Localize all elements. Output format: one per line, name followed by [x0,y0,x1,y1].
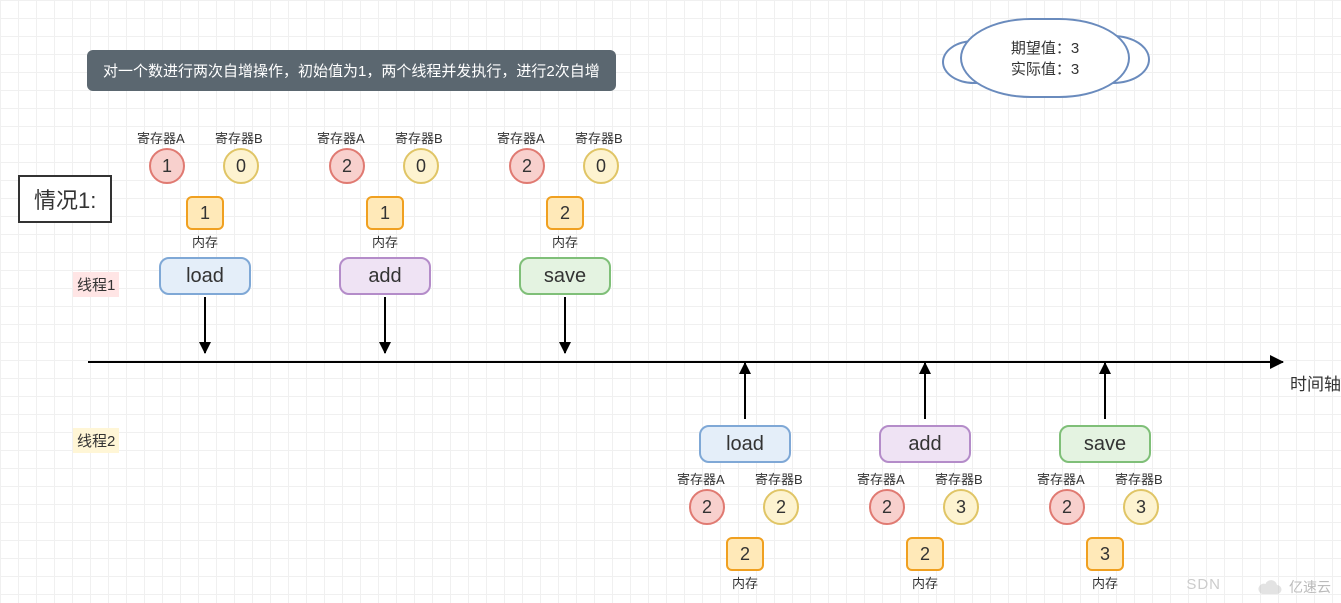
axis-label: 时间轴 [1290,370,1341,395]
operation-box: add [879,425,971,463]
register-b-label: 寄存器B [755,469,803,488]
memory-label: 内存 [325,232,445,251]
memory-label: 内存 [505,232,625,251]
register-a-label: 寄存器A [497,128,545,147]
memory-value: 1 [366,196,404,230]
register-b-value: 3 [1123,489,1159,525]
thread2-step: load寄存器A寄存器B222内存 [685,363,805,592]
operation-box: save [1059,425,1151,463]
register-b-value: 3 [943,489,979,525]
register-a-value: 2 [329,148,365,184]
memory-value: 1 [186,196,224,230]
expected-value: 期望值：3 [1011,37,1079,58]
watermark-brand: 亿速云 [1257,577,1331,597]
arrow-down-icon [384,297,386,353]
memory-value: 2 [726,537,764,571]
description-box: 对一个数进行两次自增操作，初始值为1，两个线程并发执行，进行2次自增 [87,50,616,91]
register-b-value: 2 [763,489,799,525]
register-b-label: 寄存器B [395,128,443,147]
thread1-step: 寄存器A寄存器B101内存load [145,128,265,353]
register-a-label: 寄存器A [317,128,365,147]
memory-value: 3 [1086,537,1124,571]
thread2-label: 线程2 [73,428,119,453]
register-b-label: 寄存器B [575,128,623,147]
register-b-label: 寄存器B [215,128,263,147]
watermark-sdn: SDN [1186,576,1221,593]
cloud-icon [1257,578,1283,596]
register-b-value: 0 [403,148,439,184]
register-a-value: 2 [509,148,545,184]
thread1-step: 寄存器A寄存器B202内存save [505,128,625,353]
register-a-value: 2 [1049,489,1085,525]
result-cloud: 期望值：3 实际值：3 [960,18,1130,98]
arrow-down-icon [204,297,206,353]
register-a-value: 2 [689,489,725,525]
actual-value: 实际值：3 [1011,58,1079,79]
thread2-step: add寄存器A寄存器B232内存 [865,363,985,592]
thread1-step: 寄存器A寄存器B201内存add [325,128,445,353]
memory-value: 2 [906,537,944,571]
operation-box: save [519,257,611,295]
memory-value: 2 [546,196,584,230]
register-a-label: 寄存器A [677,469,725,488]
register-b-value: 0 [223,148,259,184]
register-a-label: 寄存器A [857,469,905,488]
memory-label: 内存 [1045,573,1165,592]
register-a-label: 寄存器A [137,128,185,147]
arrow-up-icon [744,363,746,419]
register-b-label: 寄存器B [1115,469,1163,488]
thread1-label: 线程1 [73,272,119,297]
arrow-up-icon [1104,363,1106,419]
case-label: 情况1: [18,175,112,223]
register-b-value: 0 [583,148,619,184]
memory-label: 内存 [145,232,265,251]
operation-box: add [339,257,431,295]
memory-label: 内存 [685,573,805,592]
memory-label: 内存 [865,573,985,592]
operation-box: load [699,425,791,463]
register-b-label: 寄存器B [935,469,983,488]
thread2-step: save寄存器A寄存器B233内存 [1045,363,1165,592]
register-a-value: 1 [149,148,185,184]
arrow-up-icon [924,363,926,419]
register-a-value: 2 [869,489,905,525]
arrow-down-icon [564,297,566,353]
register-a-label: 寄存器A [1037,469,1085,488]
operation-box: load [159,257,251,295]
